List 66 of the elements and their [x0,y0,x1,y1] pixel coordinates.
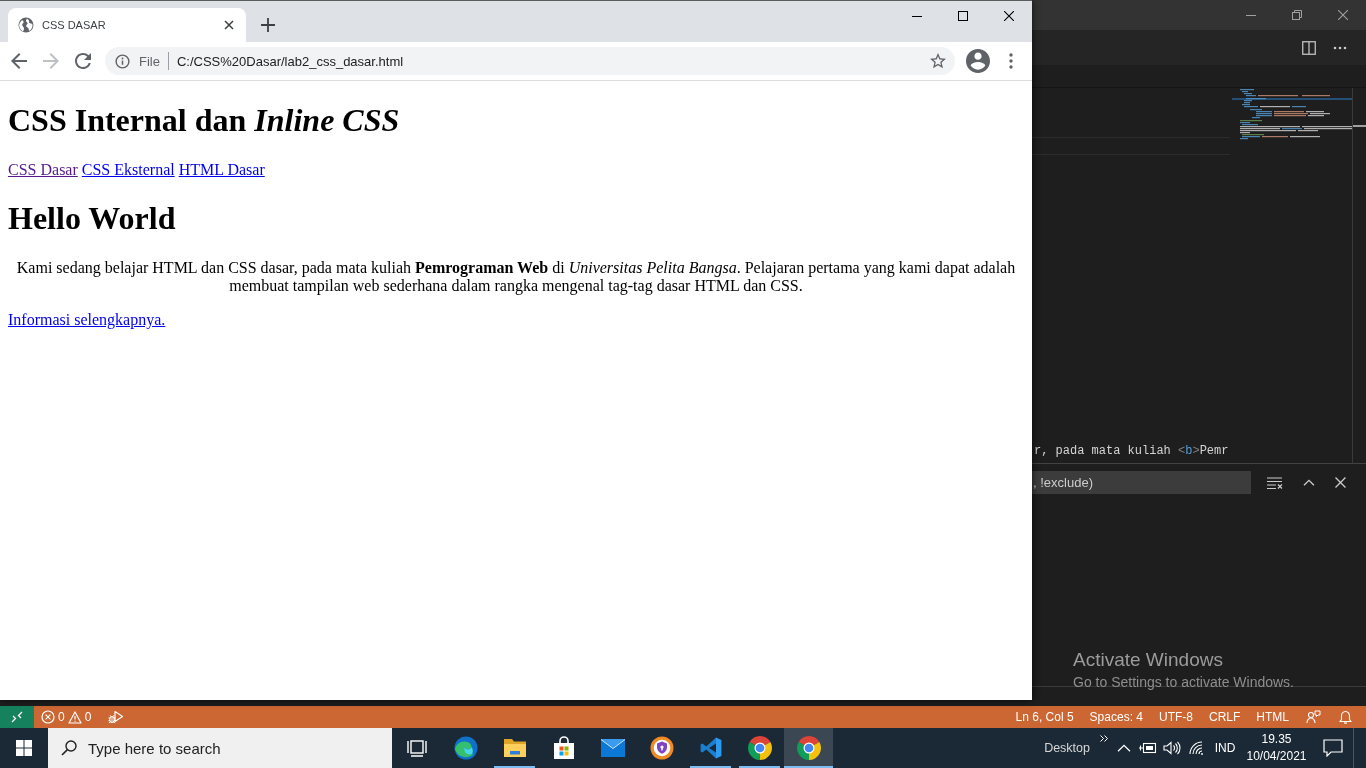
ring-logo-icon [796,736,821,760]
remote-icon [11,711,23,723]
maximize-icon[interactable] [958,10,968,21]
envelope-icon [600,739,625,757]
scheme-label: File [139,53,160,69]
battery-icon[interactable] [1139,742,1157,754]
double-chevron-icon[interactable] [1100,735,1108,742]
tab-title: CSS DASAR [42,19,107,31]
wave-logo-icon [453,736,478,760]
info-icon[interactable] [115,53,130,69]
avatar-icon[interactable] [966,49,990,73]
address-bar[interactable]: File C:/CSS%20Dasar/lab2_css_dasar.html [105,47,955,75]
back-icon[interactable] [11,53,27,69]
code-line: r, pada mata kuliah <b>Pemr [1033,443,1229,459]
url-text: C:/CSS%20Dasar/lab2_css_dasar.html [176,53,405,69]
status-bar-item[interactable]: CRLF [1201,706,1249,728]
split-editor-icon[interactable] [1302,40,1316,55]
browser-tab[interactable]: CSS DASAR [8,8,246,42]
clock-time[interactable]: 19.35 [1261,731,1292,748]
nav-link[interactable]: CSS Eksternal [81,160,175,178]
clock-date[interactable]: 10/04/2021 [1246,748,1307,765]
bell-icon[interactable] [1339,709,1352,725]
taskbar-app-button[interactable] [784,728,833,768]
volume-icon[interactable] [1163,741,1181,755]
desktop-toolbar-label[interactable]: Desktop [1044,741,1090,755]
star-icon[interactable] [930,53,946,69]
warning-icon [67,710,82,724]
nav-link[interactable]: HTML Dasar [178,160,265,178]
status-bar-item[interactable]: UTF-8 [1151,706,1201,728]
plus-icon[interactable] [261,18,275,32]
paragraph: Kami sedang belajar HTML dan CSS dasar, pada mata kuliah Pemrograman Web di Universitas Pelita Bangsa. Pelajaran pertama yang kami dapat adalah membuat tampilan web sederhana dalam rangka mengenal tag-tag dasar HTML dan CSS. [15,258,1017,295]
globe-icon [18,17,34,33]
feedback-icon[interactable] [1306,709,1321,725]
language-indicator[interactable]: IND [1210,741,1240,755]
search-icon [61,740,77,756]
more-info-link[interactable]: Informasi selengkapnya. [8,310,166,328]
more-icon[interactable] [1333,45,1347,50]
status-bar-item[interactable]: HTML [1248,706,1297,728]
page-heading: CSS Internal dan Inline CSS [8,102,401,140]
task-view-icon [406,739,427,757]
bug-play-icon[interactable] [108,710,124,724]
activation-title: Activate Windows [1073,649,1224,671]
ribbon-logo-icon [698,736,723,760]
restore-icon[interactable] [1292,10,1302,20]
section-heading: Hello World [8,200,177,238]
error-icon [41,710,55,724]
menu-icon[interactable] [1009,53,1013,69]
search-field[interactable]: Type here to search [48,728,392,768]
status-bar-item[interactable]: Spaces: 4 [1081,706,1151,728]
close-icon[interactable] [1004,10,1014,21]
activation-message: Go to Settings to activate Windows. [1073,674,1294,690]
shopping-bag-icon [552,736,575,760]
reload-icon[interactable] [75,53,91,69]
problems-button[interactable]: 0 0 [34,706,100,728]
chevron-up-icon[interactable] [1303,479,1316,486]
windows-logo-icon [16,740,32,756]
status-bar-item[interactable]: Ln 6, Col 5 [1007,706,1082,728]
shield-icon [649,736,674,760]
nav-link[interactable]: CSS Dasar [8,160,78,178]
notification-icon[interactable] [1323,739,1343,757]
clear-list-icon[interactable] [1267,476,1284,489]
ring-logo-icon [747,736,772,760]
wifi-icon[interactable] [1189,741,1205,755]
folder-icon [502,737,527,759]
close-icon[interactable] [224,20,234,30]
filter-field[interactable]: , !exclude) [1032,471,1252,494]
